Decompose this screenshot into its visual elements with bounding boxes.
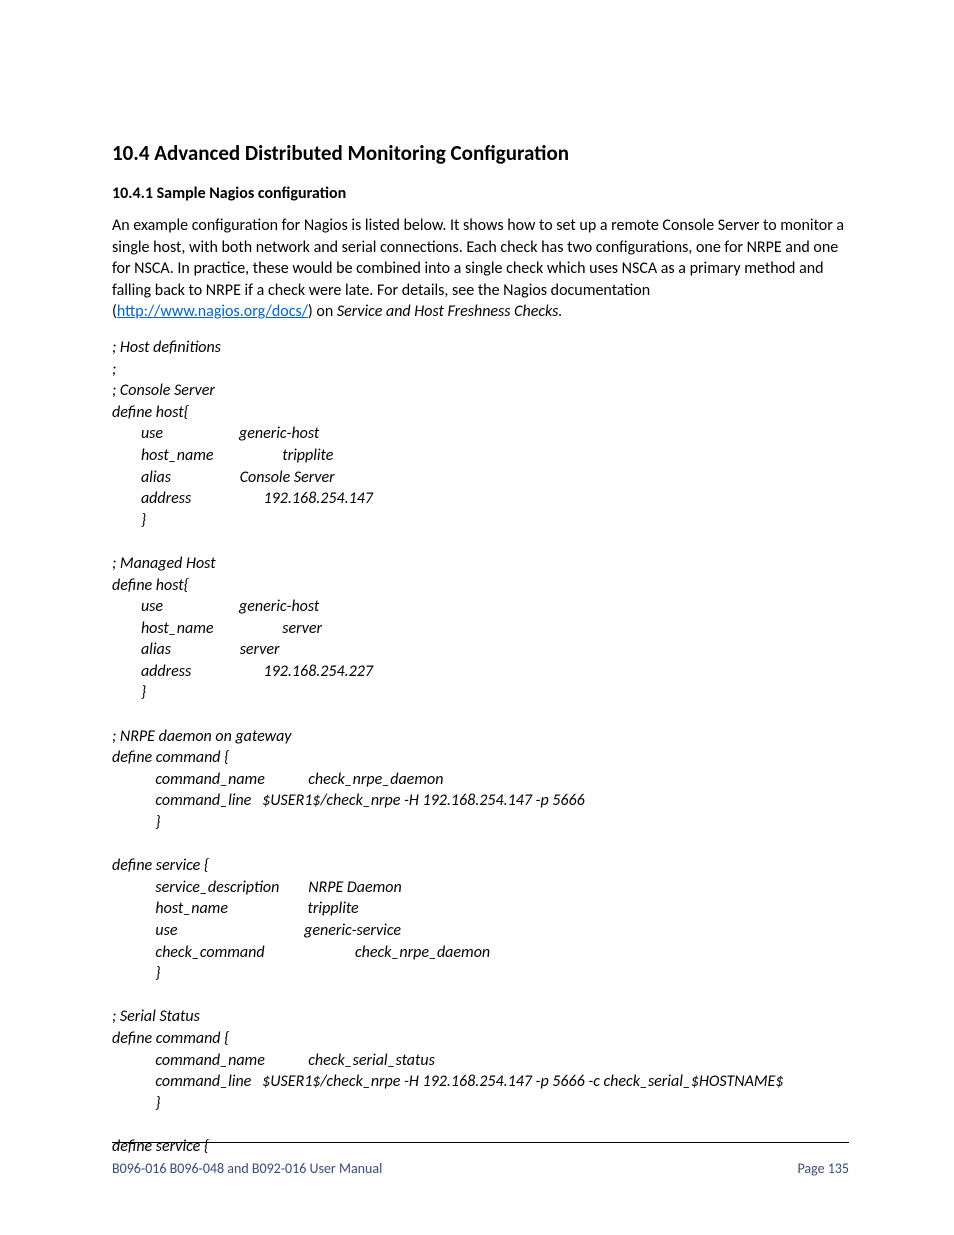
document-page: 10.4 Advanced Distributed Monitoring Con… — [0, 0, 954, 1235]
section-heading: 10.4 Advanced Distributed Monitoring Con… — [112, 140, 849, 166]
intro-text-b: ) on — [308, 302, 337, 321]
footer-left: B096-016 B096-048 and B092-016 User Manu… — [112, 1160, 382, 1177]
nagios-docs-link[interactable]: http://www.nagios.org/docs/ — [117, 302, 308, 321]
intro-text-italic: Service and Host Freshness Checks. — [337, 302, 563, 321]
intro-paragraph: An example configuration for Nagios is l… — [112, 215, 849, 323]
page-footer: B096-016 B096-048 and B092-016 User Manu… — [112, 1160, 849, 1177]
config-code-block: ; Host definitions ; ; Console Server de… — [112, 337, 849, 1158]
subsection-heading: 10.4.1 Sample Nagios configuration — [112, 184, 849, 203]
footer-right: Page 135 — [797, 1160, 849, 1177]
footer-divider — [112, 1142, 849, 1143]
